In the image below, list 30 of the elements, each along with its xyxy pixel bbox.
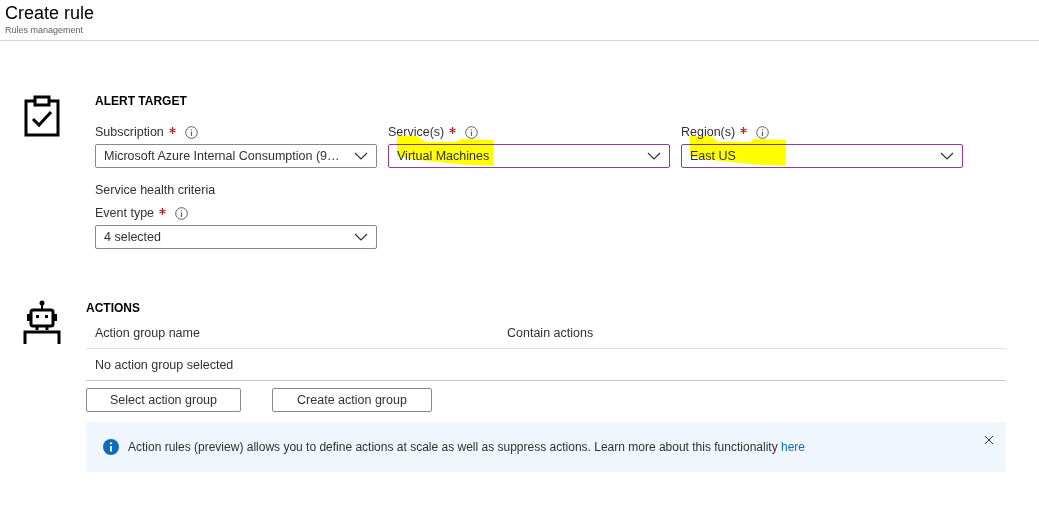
info-icon[interactable] bbox=[175, 206, 189, 220]
info-icon[interactable] bbox=[756, 125, 770, 139]
section-heading: ACTIONS bbox=[86, 300, 141, 317]
empty-table-message: No action group selected bbox=[95, 357, 234, 372]
info-icon bbox=[103, 439, 119, 455]
page-subtitle: Rules management bbox=[5, 25, 85, 36]
dropdown-field[interactable]: Microsoft Azure Internal Consumption (9… bbox=[95, 144, 377, 168]
page-title: Create rule bbox=[5, 2, 96, 25]
chevron-down-icon bbox=[940, 152, 954, 160]
action-button[interactable]: Select action group bbox=[86, 388, 241, 412]
dropdown-field[interactable]: 4 selected bbox=[95, 225, 377, 249]
chevron-down-icon bbox=[354, 233, 368, 241]
field-label: Event type bbox=[95, 206, 155, 220]
robot-icon bbox=[23, 300, 61, 344]
column-header: Contain actions bbox=[507, 325, 594, 340]
info-icon[interactable] bbox=[465, 125, 479, 139]
chevron-down-icon bbox=[647, 152, 661, 160]
chevron-down-icon bbox=[354, 152, 368, 160]
action-button[interactable]: Create action group bbox=[272, 388, 432, 412]
field-label: Subscription bbox=[95, 125, 164, 139]
column-header: Action group name bbox=[95, 325, 201, 340]
field-label: Service(s) bbox=[388, 125, 445, 139]
section-heading: ALERT TARGET bbox=[95, 93, 188, 110]
close-icon[interactable] bbox=[984, 435, 994, 445]
subsection-heading: Service health criteria bbox=[95, 182, 217, 199]
learn-more-link[interactable]: here bbox=[781, 440, 806, 454]
info-icon[interactable] bbox=[184, 125, 198, 139]
field-label: Region(s) bbox=[681, 125, 736, 139]
clipboard-check-icon bbox=[24, 95, 60, 137]
info-message: Action rules (preview) allows you to define actions at scale as well as suppress actions. Learn more about this functionality here bbox=[128, 440, 806, 454]
